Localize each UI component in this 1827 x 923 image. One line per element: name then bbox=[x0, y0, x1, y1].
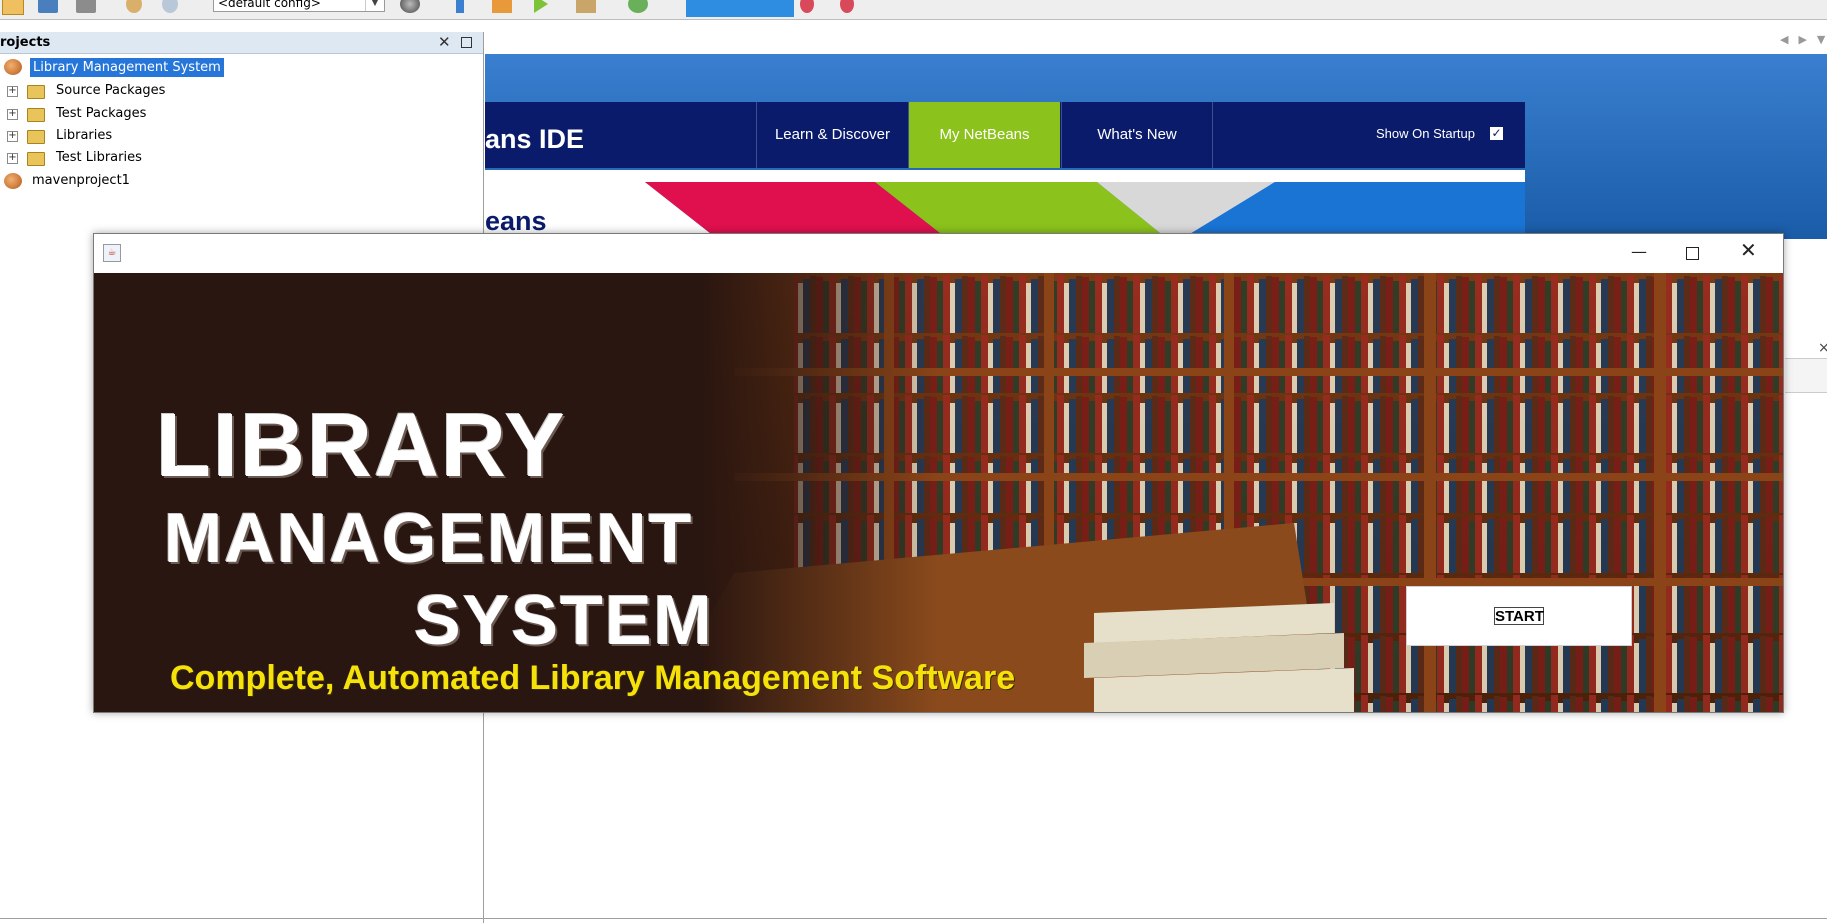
splash-content: LIBRARY MANAGEMENT SYSTEM Complete, Auto… bbox=[94, 273, 1783, 712]
maximize-icon[interactable] bbox=[1686, 247, 1699, 260]
undo-icon[interactable] bbox=[126, 0, 142, 13]
profile-icon[interactable] bbox=[628, 0, 648, 13]
open-project-icon[interactable] bbox=[38, 0, 58, 13]
show-on-startup-label: Show On Startup bbox=[1376, 126, 1475, 141]
java-icon: ☕ bbox=[103, 244, 121, 262]
ide-toolbar: <default config> ▼ bbox=[0, 0, 1827, 20]
project-icon bbox=[4, 59, 22, 75]
start-button[interactable]: START bbox=[1494, 607, 1544, 625]
tree-item-source-packages[interactable]: Source Packages bbox=[56, 81, 165, 101]
build-icon[interactable] bbox=[456, 0, 464, 13]
start-panel: START bbox=[1406, 586, 1632, 646]
package-folder-icon bbox=[27, 85, 45, 99]
window-titlebar[interactable]: ☕ — ✕ bbox=[94, 234, 1783, 272]
library-folder-icon bbox=[27, 130, 45, 144]
memory-indicator[interactable] bbox=[686, 0, 794, 17]
banner-divider bbox=[485, 170, 1525, 182]
clean-build-icon[interactable] bbox=[492, 0, 512, 13]
tree-item-library-management-system[interactable]: Library Management System bbox=[30, 58, 224, 77]
library-folder-icon bbox=[27, 152, 45, 166]
tab-scroll-arrows[interactable]: ◀▶▼ bbox=[1780, 33, 1827, 46]
expand-icon[interactable]: + bbox=[7, 109, 18, 120]
nav-learn-discover[interactable]: Learn & Discover bbox=[756, 102, 908, 168]
gc-icon[interactable] bbox=[800, 0, 814, 13]
config-select[interactable]: <default config> ▼ bbox=[213, 0, 385, 12]
banner-graphic bbox=[485, 182, 1525, 237]
start-page-banner bbox=[485, 182, 1525, 237]
lms-window: ☕ — ✕ LIBRARY MANAGEMENT SYSTEM Complete… bbox=[93, 233, 1784, 713]
title-system: SYSTEM bbox=[414, 581, 714, 659]
tree-item-test-libraries[interactable]: Test Libraries bbox=[56, 148, 142, 168]
tree-item-test-packages[interactable]: Test Packages bbox=[56, 104, 146, 124]
projects-panel-title: rojects bbox=[0, 35, 51, 50]
show-on-startup-checkbox[interactable]: ✓ bbox=[1490, 127, 1503, 140]
tree-item-libraries[interactable]: Libraries bbox=[56, 126, 112, 146]
status-divider bbox=[0, 918, 1827, 919]
snapshot-icon[interactable] bbox=[840, 0, 854, 13]
tree-item-mavenproject1[interactable]: mavenproject1 bbox=[32, 171, 130, 191]
restore-window-icon[interactable] bbox=[461, 37, 472, 48]
close-icon[interactable]: ✕ bbox=[1740, 238, 1757, 262]
project-icon bbox=[4, 173, 22, 189]
close-icon[interactable]: × bbox=[1818, 340, 1827, 356]
nav-whats-new[interactable]: What's New bbox=[1061, 102, 1213, 168]
run-icon[interactable] bbox=[534, 0, 548, 13]
tagline: Complete, Automated Library Management S… bbox=[170, 659, 1016, 697]
chevron-down-icon[interactable]: ▼ bbox=[365, 0, 384, 11]
title-library: LIBRARY bbox=[156, 396, 567, 496]
package-folder-icon bbox=[27, 108, 45, 122]
config-select-value: <default config> bbox=[218, 0, 321, 10]
close-icon[interactable]: ✕ bbox=[438, 33, 451, 51]
target-icon[interactable] bbox=[400, 0, 420, 13]
minimize-icon[interactable]: — bbox=[1627, 242, 1651, 261]
right-panel-strip bbox=[1785, 358, 1827, 393]
debug-icon[interactable] bbox=[576, 0, 596, 13]
save-all-icon[interactable] bbox=[76, 0, 96, 13]
nav-my-netbeans[interactable]: My NetBeans bbox=[908, 102, 1060, 168]
title-management: MANAGEMENT bbox=[164, 499, 694, 577]
expand-icon[interactable]: + bbox=[7, 153, 18, 164]
expand-icon[interactable]: + bbox=[7, 86, 18, 97]
expand-icon[interactable]: + bbox=[7, 131, 18, 142]
brand-logo-text: ans IDE bbox=[485, 124, 585, 154]
projects-panel-header: rojects ✕ bbox=[0, 32, 483, 54]
redo-icon[interactable] bbox=[162, 0, 178, 13]
new-file-icon[interactable] bbox=[2, 0, 24, 15]
